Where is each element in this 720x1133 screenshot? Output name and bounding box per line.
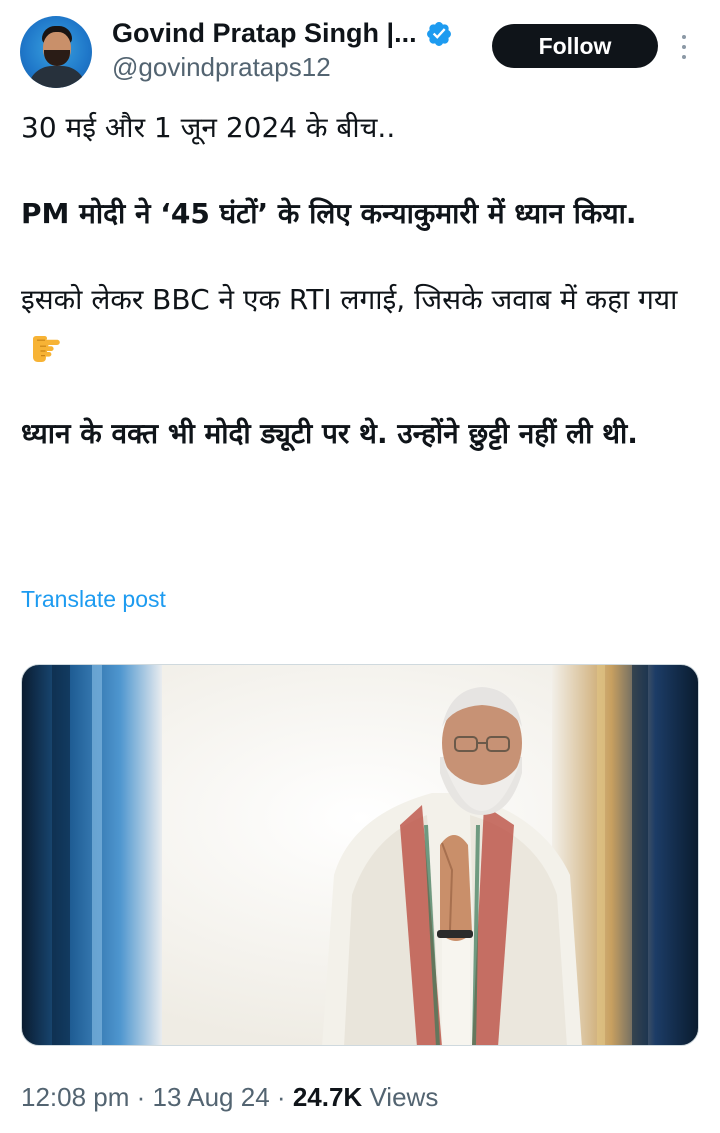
post-line-2: PM मोदी ने ‘45 घंटों’ के लिए कन्याकुमारी… bbox=[21, 197, 637, 230]
post: Govind Pratap Singh |... @govindprataps1… bbox=[0, 0, 720, 1133]
pointing-down-hand-icon bbox=[33, 336, 60, 362]
post-line-3-wrap: इसको लेकर BBC ने एक RTI लगाई, जिसके जवाब… bbox=[21, 276, 701, 372]
avatar-shirt bbox=[28, 66, 86, 88]
avatar[interactable] bbox=[20, 16, 92, 88]
more-dot bbox=[682, 55, 686, 59]
post-line-4: ध्यान के वक्त भी मोदी ड्यूटी पर थे. उन्ह… bbox=[21, 417, 638, 450]
translate-post-link[interactable]: Translate post bbox=[21, 586, 166, 613]
meta-separator: · bbox=[136, 1082, 146, 1112]
post-line-3: इसको लेकर BBC ने एक RTI लगाई, जिसके जवाब… bbox=[21, 283, 678, 316]
more-dot bbox=[682, 45, 686, 49]
post-date[interactable]: 13 Aug 24 bbox=[153, 1082, 270, 1112]
author-display-name[interactable]: Govind Pratap Singh |... bbox=[112, 18, 417, 49]
views-count[interactable]: 24.7K bbox=[293, 1082, 362, 1112]
meta-separator: · bbox=[276, 1082, 286, 1112]
more-dot bbox=[682, 35, 686, 39]
follow-button[interactable]: Follow bbox=[492, 24, 658, 68]
post-image[interactable] bbox=[21, 664, 699, 1046]
post-line-1: 30 मई और 1 जून 2024 के बीच.. bbox=[21, 111, 396, 144]
avatar-beard bbox=[44, 50, 70, 66]
post-text: 30 मई और 1 जून 2024 के बीच.. PM मोदी ने … bbox=[21, 104, 701, 458]
views-label: Views bbox=[369, 1082, 439, 1112]
post-meta: 12:08 pm · 13 Aug 24 · 24.7K Views bbox=[21, 1082, 438, 1113]
author-name-row[interactable]: Govind Pratap Singh |... bbox=[112, 18, 453, 49]
post-time[interactable]: 12:08 pm bbox=[21, 1082, 129, 1112]
more-vertical-icon[interactable] bbox=[676, 30, 692, 64]
post-photo bbox=[22, 665, 698, 1045]
verified-badge-icon bbox=[426, 21, 451, 46]
author-handle[interactable]: @govindprataps12 bbox=[112, 52, 331, 83]
